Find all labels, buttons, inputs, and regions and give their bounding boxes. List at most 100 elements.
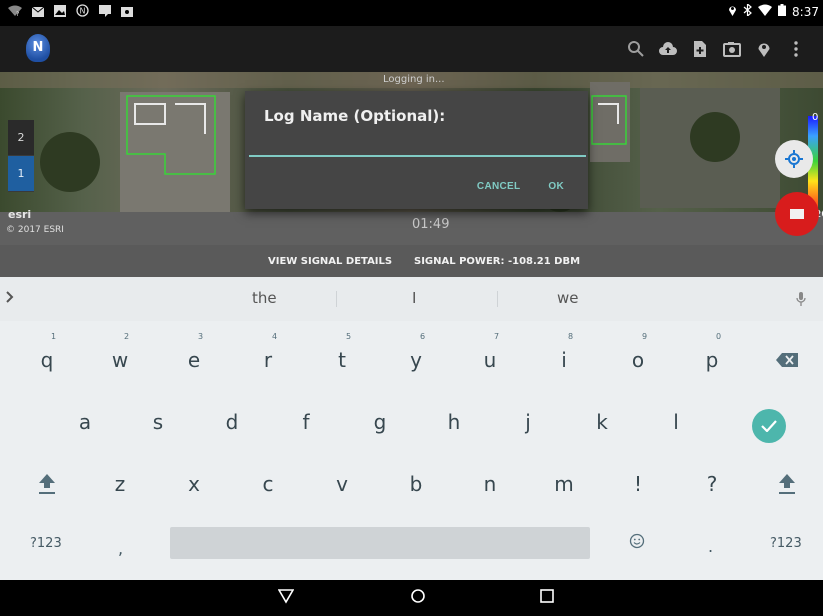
view-signal-details-button[interactable]: VIEW SIGNAL DETAILS: [268, 256, 392, 267]
key-exclamation[interactable]: !: [608, 459, 668, 509]
key-p[interactable]: 0p: [682, 332, 742, 385]
flag-icon: [99, 4, 111, 21]
app-logo[interactable]: N: [26, 34, 50, 62]
key-t[interactable]: 5t: [312, 332, 372, 385]
floor-button-1[interactable]: 1: [8, 156, 34, 192]
key-label: y: [410, 348, 422, 372]
recents-icon[interactable]: [540, 588, 554, 607]
key-o[interactable]: 9o: [608, 332, 668, 385]
key-hint: 7: [494, 332, 500, 341]
key-hint: 1: [51, 332, 57, 341]
key-b[interactable]: b: [386, 459, 446, 509]
floor-button-2[interactable]: 2: [8, 120, 34, 156]
cloud-upload-icon[interactable]: [653, 38, 683, 60]
suggestion-item[interactable]: we: [557, 289, 579, 307]
suggestion-item[interactable]: I: [412, 289, 416, 307]
system-icons: 8:37: [728, 2, 819, 19]
signal-power-readout: SIGNAL POWER: -108.21 DBM: [414, 256, 581, 267]
dialog-title: Log Name (Optional):: [264, 107, 446, 125]
bluetooth-icon: [743, 2, 752, 19]
log-name-input[interactable]: [249, 131, 586, 157]
ok-button[interactable]: OK: [548, 181, 564, 192]
enter-key[interactable]: [752, 409, 786, 443]
notification-icons: ? N: [8, 4, 133, 21]
overflow-menu-icon[interactable]: [781, 38, 811, 60]
key-m[interactable]: m: [534, 459, 594, 509]
suggestion-divider: [497, 291, 498, 307]
legend-max-label: 0: [812, 112, 819, 123]
stop-record-button[interactable]: [775, 192, 819, 236]
camera-icon[interactable]: [717, 38, 747, 60]
search-icon[interactable]: [621, 38, 651, 60]
map-pin-icon[interactable]: [749, 38, 779, 60]
key-label: o: [631, 348, 645, 372]
key-s[interactable]: s: [128, 397, 188, 447]
key-n[interactable]: n: [460, 459, 520, 509]
clock: 8:37: [792, 4, 819, 19]
shift-key-right[interactable]: [757, 459, 817, 509]
key-e[interactable]: 3e: [164, 332, 224, 385]
emoji-key[interactable]: [629, 533, 645, 553]
log-name-dialog: Log Name (Optional): CANCEL OK: [245, 91, 588, 209]
log-timer: 01:49: [412, 217, 450, 232]
soft-keyboard: the I we 1q 2w 3e 4r 5t 6y 7u 8i 9o 0p a…: [0, 277, 823, 580]
emoji-icon: [629, 533, 645, 549]
key-k[interactable]: k: [572, 397, 632, 447]
key-hint: 0: [716, 332, 722, 341]
suggestion-strip: the I we: [0, 277, 823, 321]
suggestion-divider: [336, 291, 337, 307]
suggestion-item[interactable]: the: [252, 289, 277, 307]
image-icon: [54, 4, 66, 21]
file-add-icon[interactable]: [685, 38, 715, 60]
back-icon[interactable]: [277, 588, 295, 608]
key-x[interactable]: x: [164, 459, 224, 509]
key-question[interactable]: ?: [682, 459, 742, 509]
floor-selector: 2 1: [8, 120, 34, 192]
crosshair-icon: [785, 150, 803, 168]
key-label: q: [40, 348, 54, 372]
key-v[interactable]: v: [312, 459, 372, 509]
comma-key[interactable]: ,: [118, 539, 123, 558]
key-label: p: [705, 348, 719, 372]
period-key[interactable]: .: [708, 537, 713, 556]
key-r[interactable]: 4r: [238, 332, 298, 385]
space-bar[interactable]: [170, 527, 590, 559]
key-label: i: [561, 348, 567, 372]
shift-key-left[interactable]: [17, 459, 77, 509]
app-toolbar: N: [0, 26, 823, 72]
expand-suggestions-icon[interactable]: [6, 291, 14, 306]
key-a[interactable]: a: [55, 397, 115, 447]
my-location-button[interactable]: [775, 140, 813, 178]
symbols-key-right[interactable]: ?123: [770, 536, 802, 551]
key-hint: 3: [198, 332, 204, 341]
backspace-key[interactable]: [757, 335, 817, 385]
key-i[interactable]: 8i: [534, 332, 594, 385]
home-icon[interactable]: [410, 588, 426, 608]
key-hint: 2: [124, 332, 130, 341]
cancel-button[interactable]: CANCEL: [477, 181, 520, 192]
key-g[interactable]: g: [350, 397, 410, 447]
esri-copyright: © 2017 ESRI: [6, 225, 64, 235]
n-badge-icon: N: [76, 4, 89, 21]
key-label: u: [483, 348, 497, 372]
key-hint: 9: [642, 332, 648, 341]
shift-icon: [779, 474, 795, 494]
key-y[interactable]: 6y: [386, 332, 446, 385]
microphone-icon[interactable]: [796, 291, 806, 311]
location-icon: [728, 4, 737, 19]
status-bar: ? N 8:37: [0, 0, 823, 26]
key-h[interactable]: h: [424, 397, 484, 447]
map-tree: [40, 132, 100, 192]
backspace-icon: [776, 353, 798, 367]
signal-bar: VIEW SIGNAL DETAILS SIGNAL POWER: -108.2…: [0, 245, 823, 277]
key-u[interactable]: 7u: [460, 332, 520, 385]
key-z[interactable]: z: [90, 459, 150, 509]
key-l[interactable]: l: [646, 397, 706, 447]
symbols-key-left[interactable]: ?123: [30, 536, 62, 551]
key-q[interactable]: 1q: [17, 332, 77, 385]
key-w[interactable]: 2w: [90, 332, 150, 385]
key-c[interactable]: c: [238, 459, 298, 509]
key-d[interactable]: d: [202, 397, 262, 447]
key-j[interactable]: j: [498, 397, 558, 447]
key-f[interactable]: f: [276, 397, 336, 447]
